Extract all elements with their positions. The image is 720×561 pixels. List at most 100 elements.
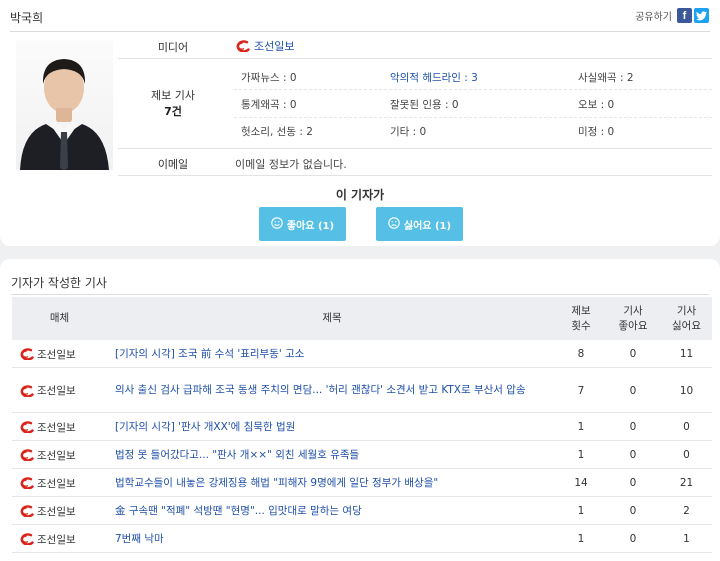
chosun-logo-icon bbox=[20, 449, 34, 461]
row-media[interactable]: 조선일보 bbox=[12, 525, 100, 553]
section-title: 기자가 작성한 기사 bbox=[11, 276, 107, 290]
table-row: 조선일보 법정 못 들어갔다고... "판사 개××" 외친 세월호 유족들 1… bbox=[12, 441, 712, 469]
chosun-logo-icon bbox=[20, 348, 34, 360]
row-report-count: 1 bbox=[577, 449, 585, 461]
twitter-icon[interactable] bbox=[694, 8, 709, 23]
table-header: 매체 제목 제보 횟수 기사 좋아요 기사 싫어요 bbox=[12, 297, 712, 340]
chosun-logo-icon bbox=[20, 421, 34, 433]
row-article-dislikes: 0 bbox=[683, 421, 690, 433]
row-report-count: 7 bbox=[577, 384, 585, 397]
header-article-likes: 기사 좋아요 bbox=[618, 304, 648, 332]
category-divider bbox=[234, 89, 712, 90]
reporter-photo bbox=[16, 40, 113, 170]
row-article-title[interactable]: [기자의 시각] '판사 개XX'에 침묵한 법원 bbox=[115, 413, 555, 441]
row-article-likes: 0 bbox=[629, 449, 637, 461]
row-media[interactable]: 조선일보 bbox=[12, 469, 100, 497]
header-media: 매체 bbox=[49, 312, 70, 324]
row-report-count: 1 bbox=[577, 505, 585, 517]
row-article-likes: 0 bbox=[629, 533, 637, 545]
report-summary: 제보 기사 7건 bbox=[118, 88, 228, 120]
row-media[interactable]: 조선일보 bbox=[12, 441, 100, 469]
reporter-name: 박국희 bbox=[10, 11, 44, 25]
row-article-title[interactable]: [기자의 시각] 조국 前 수석 '표리부동' 고소 bbox=[115, 340, 555, 368]
row-report-count: 1 bbox=[577, 421, 585, 433]
row-article-dislikes: 1 bbox=[683, 533, 690, 545]
smile-icon bbox=[271, 216, 283, 232]
row-report-count: 1 bbox=[577, 533, 585, 545]
row-article-title[interactable]: 법학교수들이 내놓은 강제징용 해법 "피해자 9명에게 일단 정부가 배상을" bbox=[115, 469, 555, 497]
table-row: 조선일보 金 구속땐 "적폐" 석방땐 "현명"... 입맛대로 말하는 여당 … bbox=[12, 497, 712, 525]
table-row: 조선일보 [기자의 시각] '판사 개XX'에 침묵한 법원 1 0 0 bbox=[12, 413, 712, 441]
row-media-name: 조선일보 bbox=[37, 348, 76, 361]
articles-card: 기자가 작성한 기사 매체 제목 제보 횟수 기사 좋아요 기사 싫어요 조선일… bbox=[0, 259, 720, 561]
chosun-logo-icon bbox=[20, 533, 34, 545]
category-stat-distortion: 통계왜곡 : 0 bbox=[241, 99, 297, 111]
row-media[interactable]: 조선일보 bbox=[12, 413, 100, 441]
row-media-name: 조선일보 bbox=[37, 533, 76, 546]
category-etc: 기타 : 0 bbox=[390, 126, 427, 138]
row-media[interactable]: 조선일보 bbox=[12, 340, 100, 368]
row-article-title[interactable]: 의사 출신 검사 급파해 조국 동생 주치의 면담... '허리 괜찮다' 소견… bbox=[115, 368, 555, 413]
row-report-count: 8 bbox=[577, 348, 585, 360]
frown-icon bbox=[388, 216, 400, 232]
table-row: 조선일보 법학교수들이 내놓은 강제징용 해법 "피해자 9명에게 일단 정부가… bbox=[12, 469, 712, 497]
email-value: 이메일 정보가 없습니다. bbox=[235, 158, 347, 171]
header-report-count: 제보 횟수 bbox=[571, 304, 591, 332]
row-article-dislikes: 2 bbox=[683, 505, 690, 517]
row-media-name: 조선일보 bbox=[37, 449, 76, 462]
row-media[interactable]: 조선일보 bbox=[12, 497, 100, 525]
row-media-name: 조선일보 bbox=[37, 385, 76, 397]
row-article-dislikes: 0 bbox=[683, 449, 690, 461]
category-fact-distortion: 사실왜곡 : 2 bbox=[578, 72, 634, 84]
row-media-name: 조선일보 bbox=[37, 505, 76, 518]
row-article-likes: 0 bbox=[629, 348, 637, 360]
report-count: 7건 bbox=[164, 105, 182, 118]
category-nonsense: 헛소리, 선동 : 2 bbox=[241, 126, 313, 138]
category-divider bbox=[234, 117, 712, 118]
row-article-likes: 0 bbox=[629, 421, 637, 433]
row-article-likes: 0 bbox=[629, 505, 637, 517]
row-article-likes: 0 bbox=[629, 384, 637, 397]
table-row: 조선일보 7번째 낙마 1 0 1 bbox=[12, 525, 712, 553]
table-row: 조선일보 [기자의 시각] 조국 前 수석 '표리부동' 고소 8 0 11 bbox=[12, 340, 712, 368]
email-row: 이메일 이메일 정보가 없습니다. bbox=[118, 149, 712, 176]
section-divider bbox=[11, 294, 709, 295]
share-label: 공유하기 bbox=[635, 12, 672, 23]
report-label: 제보 기사 bbox=[151, 89, 195, 102]
report-row: 제보 기사 7건 가짜뉴스 : 0 악의적 헤드라인 : 3 사실왜곡 : 2 … bbox=[118, 59, 712, 149]
row-media[interactable]: 조선일보 bbox=[12, 368, 100, 413]
row-report-count: 14 bbox=[574, 477, 588, 489]
category-fake-news: 가짜뉴스 : 0 bbox=[241, 72, 297, 84]
row-article-dislikes: 21 bbox=[679, 477, 694, 489]
header-title: 제목 bbox=[322, 312, 342, 324]
row-media-name: 조선일보 bbox=[37, 477, 76, 490]
header-article-dislikes: 기사 싫어요 bbox=[672, 304, 701, 332]
media-link[interactable]: 조선일보 bbox=[234, 38, 294, 54]
facebook-icon[interactable]: f bbox=[677, 8, 692, 23]
row-article-dislikes: 11 bbox=[679, 348, 694, 360]
row-article-likes: 0 bbox=[629, 477, 637, 489]
chosun-logo-icon bbox=[20, 384, 34, 397]
row-article-title[interactable]: 법정 못 들어갔다고... "판사 개××" 외친 세월호 유족들 bbox=[115, 441, 555, 469]
chosun-logo-icon bbox=[20, 477, 34, 489]
row-article-title[interactable]: 7번째 낙마 bbox=[115, 525, 555, 553]
share-bar: 공유하기 f bbox=[635, 8, 709, 23]
category-malicious-headline[interactable]: 악의적 헤드라인 : 3 bbox=[390, 70, 478, 85]
category-misquote: 잘못된 인용 : 0 bbox=[390, 99, 459, 111]
table-body: 조선일보 [기자의 시각] 조국 前 수석 '표리부동' 고소 8 0 11 조… bbox=[12, 340, 712, 553]
chosun-logo-icon bbox=[236, 40, 250, 52]
media-label: 미디어 bbox=[157, 41, 189, 54]
dislike-button[interactable]: 싫어요 (1) bbox=[376, 207, 463, 241]
media-name: 조선일보 bbox=[254, 40, 295, 53]
row-media-name: 조선일보 bbox=[37, 421, 76, 434]
media-row: 미디어 조선일보 bbox=[118, 32, 712, 59]
category-undecided: 미정 : 0 bbox=[578, 126, 615, 138]
category-misreport: 오보 : 0 bbox=[578, 99, 615, 111]
articles-table: 매체 제목 제보 횟수 기사 좋아요 기사 싫어요 조선일보 [기자의 시각] … bbox=[12, 297, 712, 553]
like-button[interactable]: 좋아요 (1) bbox=[259, 207, 346, 241]
reporter-profile-card: 박국희 공유하기 f 미디어 조선일보 제보 기사 7건 가짜뉴스: 0 악의… bbox=[0, 0, 720, 246]
row-article-title[interactable]: 金 구속땐 "적폐" 석방땐 "현명"... 입맛대로 말하는 여당 bbox=[115, 497, 555, 525]
row-article-dislikes: 10 bbox=[679, 384, 694, 397]
dislike-label: 싫어요 (1) bbox=[403, 220, 452, 232]
email-label: 이메일 bbox=[157, 158, 189, 171]
